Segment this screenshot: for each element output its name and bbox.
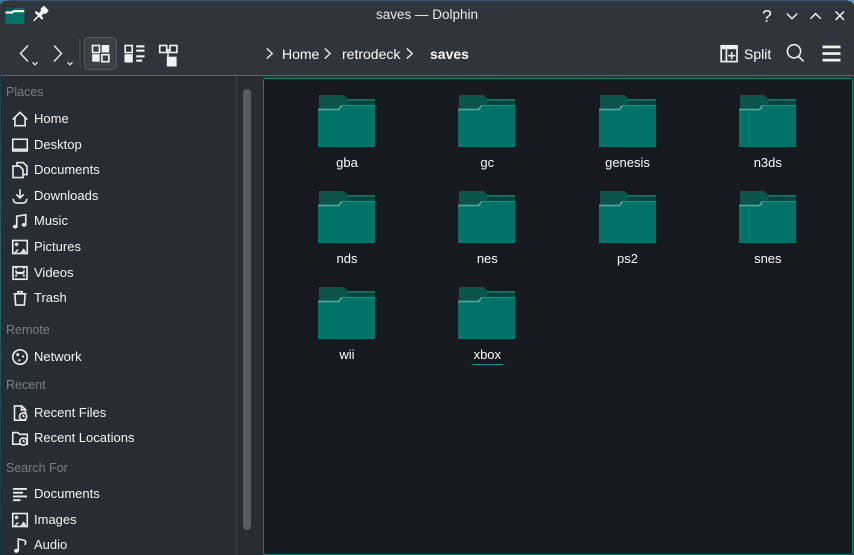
svg-text:?: ? [762,6,772,26]
